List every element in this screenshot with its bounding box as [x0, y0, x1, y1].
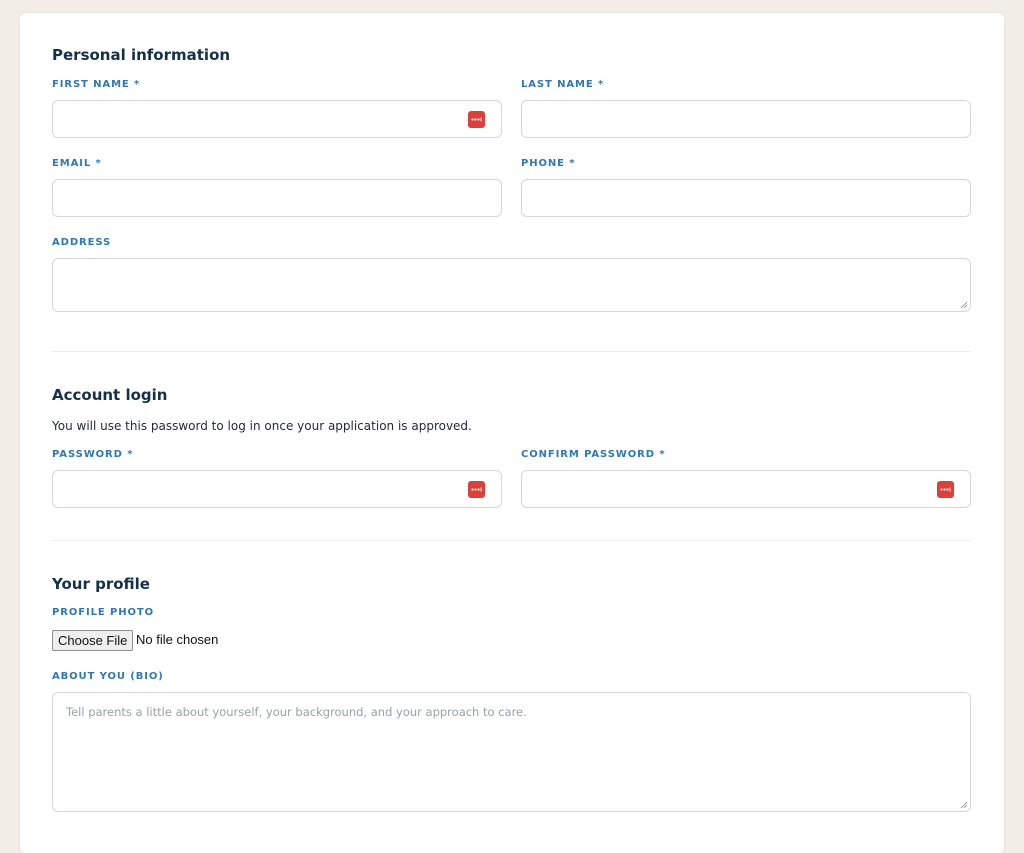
bio-textarea[interactable]: Tell parents a little about yourself, yo… [52, 692, 971, 812]
file-status-text: No file chosen [136, 632, 219, 647]
address-textarea[interactable] [52, 258, 971, 312]
last-name-input[interactable] [521, 100, 971, 138]
first-name-input[interactable] [52, 100, 502, 138]
confirm-password-label: CONFIRM PASSWORD * [521, 449, 666, 460]
phone-label: PHONE * [521, 158, 576, 169]
section-divider [52, 351, 971, 352]
account-login-heading: Account login [52, 386, 168, 404]
resize-grip-icon[interactable] [960, 801, 967, 808]
account-helper-text: You will use this password to log in onc… [52, 419, 472, 433]
confirm-password-input[interactable] [521, 470, 971, 508]
phone-input[interactable] [521, 179, 971, 217]
bio-label: ABOUT YOU (BIO) [52, 671, 164, 682]
application-form-card: Personal information FIRST NAME * LAST N… [20, 13, 1004, 853]
resize-grip-icon[interactable] [960, 301, 967, 308]
password-input[interactable] [52, 470, 502, 508]
password-manager-icon[interactable] [937, 481, 954, 498]
password-manager-icon[interactable] [468, 111, 485, 128]
password-label: PASSWORD * [52, 449, 134, 460]
password-manager-icon[interactable] [468, 481, 485, 498]
bio-placeholder: Tell parents a little about yourself, yo… [66, 705, 527, 719]
first-name-label: FIRST NAME * [52, 79, 141, 90]
section-divider [52, 540, 971, 541]
profile-photo-label: PROFILE PHOTO [52, 607, 154, 618]
your-profile-heading: Your profile [52, 575, 150, 593]
address-label: ADDRESS [52, 237, 112, 248]
choose-file-button[interactable]: Choose File [52, 630, 134, 651]
personal-info-heading: Personal information [52, 46, 231, 64]
email-input[interactable] [52, 179, 502, 217]
last-name-label: LAST NAME * [521, 79, 605, 90]
email-label: EMAIL * [52, 158, 102, 169]
